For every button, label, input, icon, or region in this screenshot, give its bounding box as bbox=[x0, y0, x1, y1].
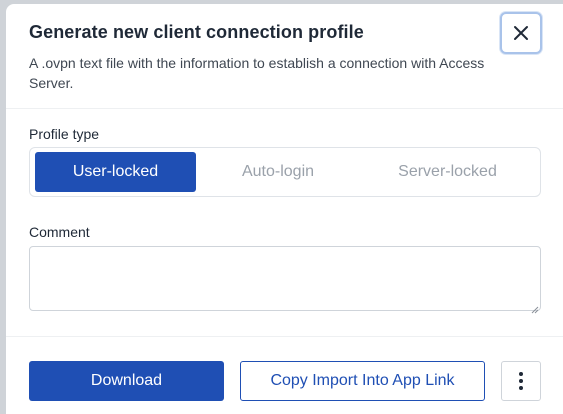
profile-type-selector: User-locked Auto-login Server-locked bbox=[29, 147, 541, 197]
resize-grip-icon[interactable] bbox=[531, 301, 539, 314]
more-vertical-icon bbox=[519, 372, 523, 390]
comment-field[interactable] bbox=[29, 246, 541, 311]
close-button[interactable] bbox=[500, 12, 542, 54]
profile-type-option-auto-login[interactable]: Auto-login bbox=[196, 152, 360, 192]
close-icon bbox=[514, 26, 528, 40]
dialog-header: Generate new client connection profile A… bbox=[6, 4, 563, 109]
comment-label: Comment bbox=[29, 224, 90, 240]
dialog-title: Generate new client connection profile bbox=[29, 22, 364, 42]
download-button[interactable]: Download bbox=[29, 361, 224, 401]
dialog-subtitle: A .ovpn text file with the information t… bbox=[29, 55, 485, 91]
copy-import-link-button[interactable]: Copy Import Into App Link bbox=[240, 361, 485, 401]
more-options-button[interactable] bbox=[501, 361, 541, 401]
profile-type-label: Profile type bbox=[29, 126, 100, 142]
connection-profile-dialog: Generate new client connection profile A… bbox=[6, 4, 563, 414]
profile-type-option-user-locked[interactable]: User-locked bbox=[35, 152, 196, 192]
profile-type-option-server-locked[interactable]: Server-locked bbox=[360, 152, 535, 192]
